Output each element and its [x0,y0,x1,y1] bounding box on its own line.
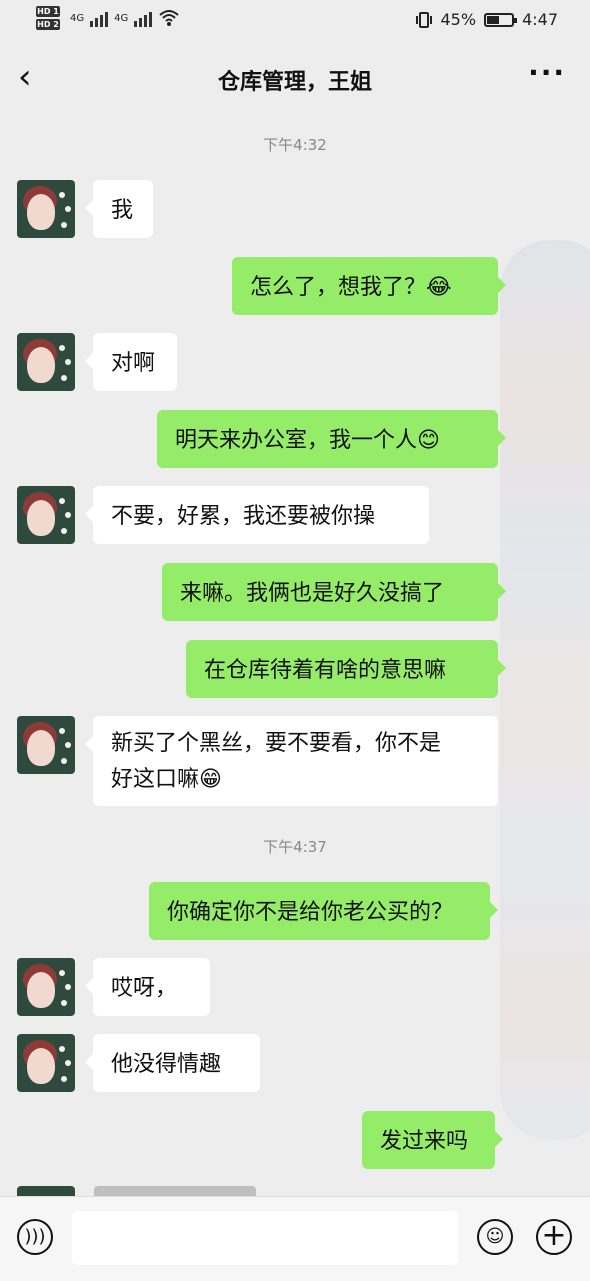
network-label-1: 4G [70,12,85,24]
emoji-icon[interactable]: ☺ [477,1219,513,1255]
message-bubble[interactable]: 新买了个黑丝，要不要看，你不是 好这口嘛😁 [85,716,498,806]
avatar[interactable] [17,716,75,774]
message-text: 你确定你不是给你老公买的？ [167,900,454,925]
background-decoration [500,240,590,1140]
input-bar: ))) ☺ + [0,1196,590,1281]
clock: 4:47 [522,10,558,29]
message-text-line-1: 新买了个黑丝，要不要看，你不是 [111,731,442,756]
avatar[interactable] [17,180,75,238]
avatar[interactable] [17,958,75,1016]
message-bubble[interactable]: 来嘛。我俩也是好久没搞了 [162,563,506,621]
message-text-line-2: 好这口嘛 [111,767,200,792]
vibrate-icon [415,11,432,28]
status-bar: HD 1 HD 2 4G 4G 45% 4:47 [0,0,590,44]
timestamp: 下午4:32 [263,136,327,154]
more-icon[interactable]: ··· [528,56,566,89]
battery-icon [484,12,518,27]
chat-header: ‹ 仓库管理，王姐 ··· [0,44,590,114]
message-text: 在仓库待着有啥的意思嘛 [204,658,447,683]
network-indicators: HD 1 HD 2 4G 4G [36,6,180,30]
timestamp: 下午4:37 [263,838,327,856]
message-bubble[interactable]: 在仓库待着有啥的意思嘛 [186,640,506,698]
grin-emoji-icon: 😁 [199,767,222,792]
avatar[interactable] [17,333,75,391]
message-text: 怎么了，想我了？ [250,275,427,300]
plus-icon[interactable]: + [536,1219,572,1255]
hd-badge-1: HD 1 [36,6,60,17]
wifi-icon [159,10,179,26]
message-bubble[interactable]: 不要，好累，我还要被你操 [85,486,429,544]
avatar[interactable] [17,486,75,544]
message-bubble[interactable]: 我 [85,180,153,238]
message-text: 哎呀， [111,976,178,1001]
laugh-cry-emoji-icon: 😂 [426,275,452,300]
hd-badge-2: HD 2 [36,19,60,30]
hd-badges: HD 1 HD 2 [36,6,60,30]
message-text: 来嘛。我俩也是好久没搞了 [180,581,445,606]
message-bubble[interactable]: 他没得情趣 [85,1034,260,1092]
message-text: 明天来办公室，我一个人 [175,428,418,453]
message-bubble[interactable]: 对啊 [85,333,177,391]
signal-icon-1 [90,9,109,27]
message-text: 不要，好累，我还要被你操 [111,504,376,529]
battery-percent: 45% [440,10,477,29]
message-text: 对啊 [111,351,156,376]
voice-icon[interactable]: ))) [17,1219,53,1255]
message-text: 我 [111,198,134,223]
message-text: 发过来吗 [380,1129,469,1154]
network-label-2: 4G [114,12,129,24]
message-input[interactable] [72,1211,458,1265]
message-bubble[interactable]: 发过来吗 [362,1111,503,1169]
message-bubble[interactable]: 明天来办公室，我一个人😊 [157,410,506,468]
signal-icon-2 [134,9,153,27]
message-bubble[interactable]: 你确定你不是给你老公买的？ [149,882,498,940]
smile-emoji-icon: 😊 [417,428,440,453]
avatar[interactable] [17,1034,75,1092]
message-bubble[interactable]: 哎呀， [85,958,210,1016]
message-bubble[interactable]: 怎么了，想我了？😂 [232,257,506,315]
message-text: 他没得情趣 [111,1052,222,1077]
chat-title: 仓库管理，王姐 [217,70,372,95]
status-right: 45% 4:47 [415,10,558,29]
